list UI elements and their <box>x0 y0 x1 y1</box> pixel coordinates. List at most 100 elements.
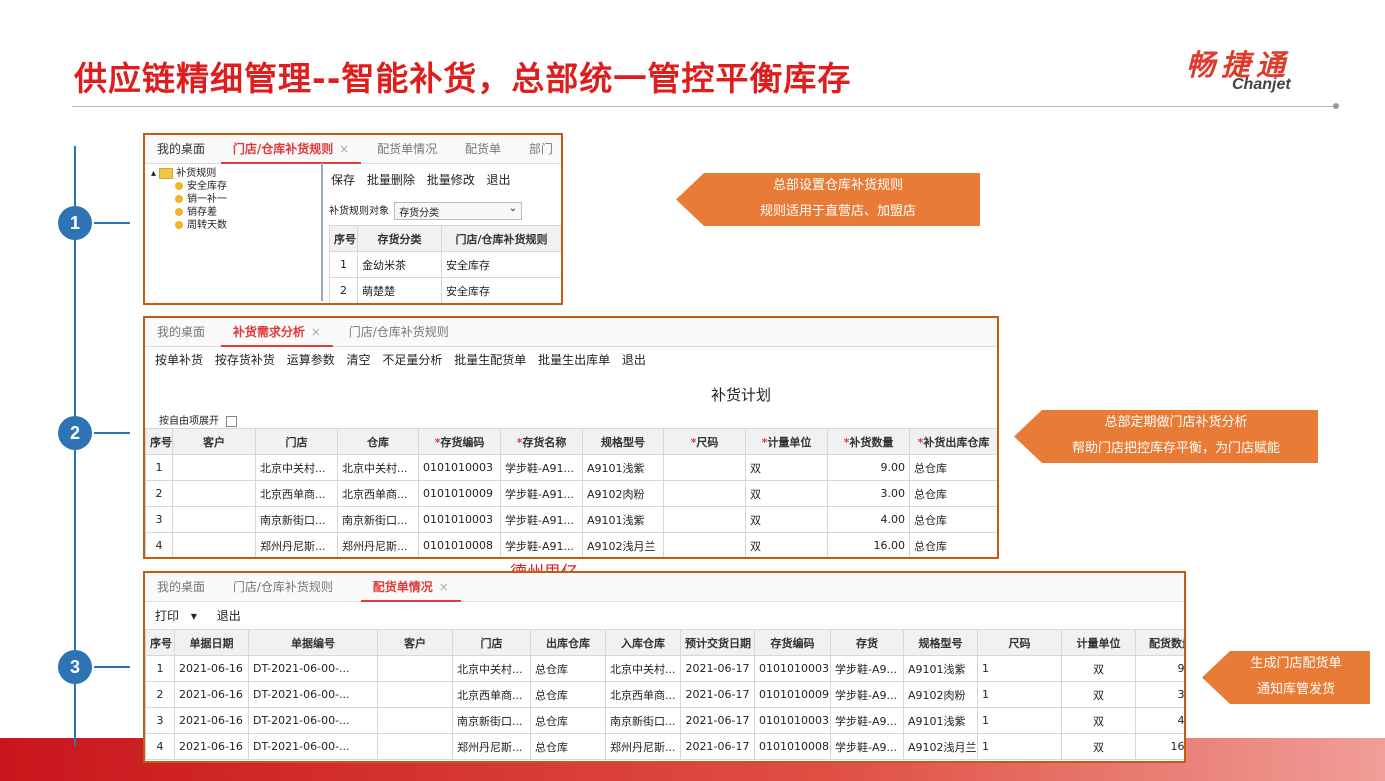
chevron-down-icon: ▾ <box>187 609 197 623</box>
tab-my-desktop[interactable]: 我的桌面 <box>145 573 217 601</box>
tab-replenishment-rules[interactable]: 门店/仓库补货规则 <box>337 318 461 346</box>
cell[interactable]: DT-2021-06-00-... <box>248 681 378 708</box>
save-button[interactable]: 保存 <box>331 173 355 187</box>
exit-button[interactable]: 退出 <box>217 609 241 623</box>
tree-item-safety-stock[interactable]: 安全库存 <box>151 180 315 193</box>
tab-my-desktop[interactable]: 我的桌面 <box>145 135 217 163</box>
cell: A9102浅月兰 <box>582 532 664 557</box>
cell[interactable]: DT-2021-06-00-... <box>248 733 378 760</box>
header-divider <box>72 106 1336 107</box>
exit-button[interactable]: 退出 <box>487 173 511 187</box>
shortage-analysis-button[interactable]: 不足量分析 <box>382 353 442 367</box>
cell: 学步鞋-A91... <box>500 480 583 507</box>
col-header: 门店/仓库补货规则 <box>441 225 561 252</box>
tab-distribution-order[interactable]: 配货单 <box>453 135 513 163</box>
tab-my-desktop[interactable]: 我的桌面 <box>145 318 217 346</box>
print-button[interactable]: 打印 ▾ <box>155 609 205 623</box>
table-row[interactable]: 3 南京新街口... 南京新街口... 0101010003 学步鞋-A91..… <box>145 506 997 533</box>
close-icon[interactable]: × <box>439 580 449 594</box>
table-row[interactable]: 4 郑州丹尼斯... 郑州丹尼斯... 0101010008 学步鞋-A91..… <box>145 532 997 557</box>
batch-delete-button[interactable]: 批量删除 <box>367 173 415 187</box>
tree-root[interactable]: ▴ 补货规则 <box>151 167 315 180</box>
table-row[interactable]: 2 2021-06-16 DT-2021-06-00-... 北京西单商... … <box>145 681 1184 708</box>
cell: 3.00 <box>1135 681 1184 708</box>
replenish-by-order-button[interactable]: 按单补货 <box>155 353 203 367</box>
cell: 3 <box>145 707 175 734</box>
panel3-toolbar: 打印 ▾ 退出 <box>145 602 1184 630</box>
batch-create-distribution-button[interactable]: 批量生配货单 <box>454 353 526 367</box>
cell: 双 <box>1061 681 1136 708</box>
col-header: 序号 <box>329 225 358 252</box>
cell: 金幼米茶 <box>357 251 442 278</box>
table-header-row: 序号 客户 门店 仓库 *存货编码 *存货名称 规格型号 *尺码 *计量单位 *… <box>145 428 997 455</box>
rules-tree: ▴ 补货规则 安全库存 销一补一 销存差 周转天数 <box>145 163 323 301</box>
cell[interactable]: 安全库存 <box>441 251 561 278</box>
cell[interactable]: DT-2021-06-00-... <box>248 655 378 682</box>
tab-replenishment-rules[interactable]: 门店/仓库补货规则 × <box>220 136 362 164</box>
tab-distribution-status[interactable]: 配货单情况 <box>365 135 449 163</box>
cell: 学步鞋-A9... <box>830 681 904 708</box>
cell: 16.00 <box>1135 733 1184 760</box>
cell <box>663 532 746 557</box>
table-header-row: 序号 存货分类 门店/仓库补货规则 <box>329 225 561 252</box>
callout-line: 总部定期做门店补货分析 <box>1104 415 1248 430</box>
cell: 南京新街口... <box>337 506 419 533</box>
table-row[interactable]: 1 北京中关村... 北京中关村... 0101010003 学步鞋-A91..… <box>145 454 997 481</box>
col-header: *尺码 <box>663 428 746 455</box>
table-row[interactable]: 3 2021-06-16 DT-2021-06-00-... 南京新街口... … <box>145 707 1184 734</box>
table-row[interactable]: 2 萌楚楚 安全库存 <box>329 277 561 303</box>
replenish-by-stock-button[interactable]: 按存货补货 <box>215 353 275 367</box>
required-marker: * <box>434 435 441 449</box>
panel-replenishment-analysis: 我的桌面 补货需求分析 × 门店/仓库补货规则 按单补货 按存货补货 运算参数 清… <box>143 316 999 559</box>
clear-button[interactable]: 清空 <box>347 353 371 367</box>
close-icon[interactable]: × <box>311 325 321 339</box>
tab-replenishment-rules[interactable]: 门店/仓库补货规则 <box>221 573 345 601</box>
col-header: 门店 <box>452 629 531 656</box>
tree-item-turnover-days[interactable]: 周转天数 <box>151 219 315 232</box>
panel2-tabbar: 我的桌面 补货需求分析 × 门店/仓库补货规则 <box>145 318 997 347</box>
collapse-icon[interactable]: ▴ <box>151 168 156 179</box>
cell: 学步鞋-A91... <box>500 506 583 533</box>
callout-step-3: 生成门店配货单 通知库管发货 <box>1202 651 1370 704</box>
replenishment-plan-table: 序号 客户 门店 仓库 *存货编码 *存货名称 规格型号 *尺码 *计量单位 *… <box>145 428 997 557</box>
callout-line: 规则适用于直营店、加盟店 <box>759 204 916 219</box>
logo-english: Chanjet <box>1232 76 1291 93</box>
cell: 4 <box>145 733 175 760</box>
batch-create-outbound-button[interactable]: 批量生出库单 <box>538 353 610 367</box>
batch-edit-button[interactable]: 批量修改 <box>427 173 475 187</box>
calc-params-button[interactable]: 运算参数 <box>287 353 335 367</box>
cell: 学步鞋-A91... <box>500 532 583 557</box>
cell[interactable]: 安全库存 <box>441 277 561 303</box>
expand-checkbox[interactable] <box>226 415 238 427</box>
cell <box>172 454 256 481</box>
cell: 0101010003 <box>754 655 831 682</box>
tree-item-sell-one-replenish-one[interactable]: 销一补一 <box>151 193 315 206</box>
tab-department[interactable]: 部门 <box>517 135 561 163</box>
required-marker: * <box>917 435 924 449</box>
cell: 0101010008 <box>754 733 831 760</box>
close-icon[interactable]: × <box>339 142 349 156</box>
tab-distribution-status[interactable]: 配货单情况 × <box>360 574 461 602</box>
table-row[interactable]: 4 2021-06-16 DT-2021-06-00-... 郑州丹尼斯... … <box>145 733 1184 760</box>
cell <box>377 707 453 734</box>
cell: 4.00 <box>1135 707 1184 734</box>
panel1-tabbar: 我的桌面 门店/仓库补货规则 × 配货单情况 配货单 部门 <box>145 135 561 164</box>
step-3-badge: 3 <box>58 650 92 684</box>
exit-button[interactable]: 退出 <box>622 353 646 367</box>
table-row[interactable]: 2 北京西单商... 北京西单商... 0101010009 学步鞋-A91..… <box>145 480 997 507</box>
folder-icon <box>159 167 174 179</box>
cell: 2 <box>145 681 175 708</box>
node-icon <box>175 221 183 229</box>
callout-step-1: 总部设置仓库补货规则 规则适用于直营店、加盟店 <box>676 173 980 226</box>
cell[interactable]: DT-2021-06-00-... <box>248 707 378 734</box>
callout-line: 总部设置仓库补货规则 <box>772 178 903 193</box>
cell: A9101浅紫 <box>903 655 978 682</box>
cell <box>172 506 256 533</box>
tab-replenishment-analysis[interactable]: 补货需求分析 × <box>220 319 333 347</box>
rule-object-select[interactable]: 存货分类 ⌄ <box>394 202 523 220</box>
table-row[interactable]: 1 2021-06-16 DT-2021-06-00-... 北京中关村... … <box>145 655 1184 682</box>
table-row[interactable]: 1 金幼米茶 安全库存 <box>329 251 561 278</box>
cell: 双 <box>1061 707 1136 734</box>
cell: 总仓库 <box>909 480 997 507</box>
tree-item-sales-stock-diff[interactable]: 销存差 <box>151 206 315 219</box>
